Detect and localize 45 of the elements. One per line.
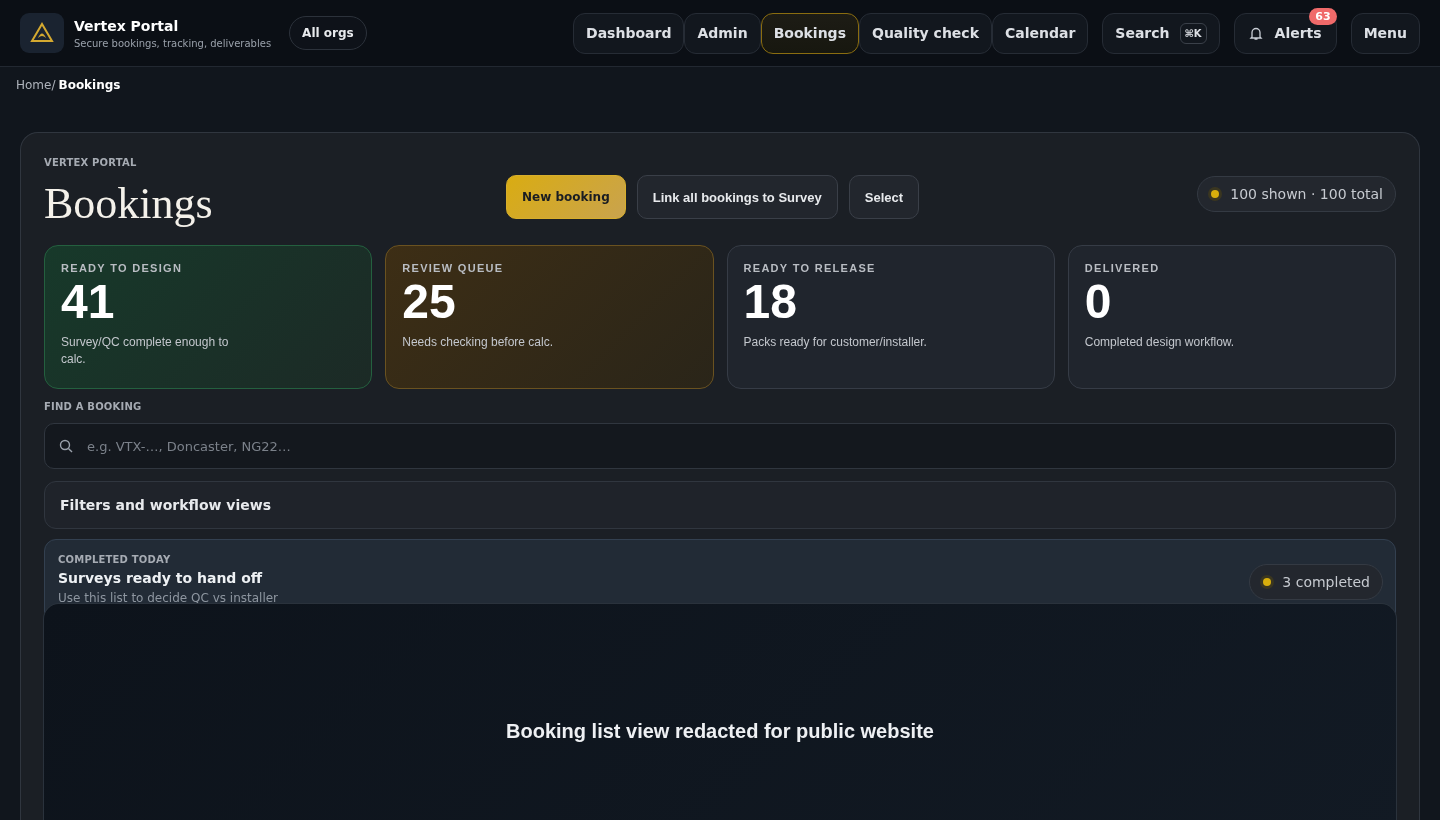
action-button[interactable]: Select	[848, 175, 920, 219]
stat-note: Packs ready for customer/installer.	[743, 334, 928, 351]
status-dot-icon	[1208, 187, 1223, 201]
redaction-message: Booking list view redacted for public website	[506, 720, 934, 744]
org-switcher[interactable]: All orgs	[289, 16, 367, 50]
brand-tagline: Secure bookings, tracking, deliverables	[74, 37, 272, 49]
count-text: 3 completed	[1282, 574, 1370, 590]
nav-tab[interactable]: Bookings	[760, 12, 859, 54]
search-icon	[59, 439, 73, 453]
stat-value: 18	[743, 276, 798, 328]
search-field[interactable]: e.g. VTX-…, Doncaster, NG22…	[44, 423, 1396, 469]
page-title: Bookings	[44, 178, 214, 229]
stat-label: READY TO RELEASE	[743, 262, 877, 274]
action-button[interactable]: Link all bookings to Survey	[636, 175, 838, 219]
nav-tab[interactable]: Dashboard	[573, 12, 685, 54]
nav-tab[interactable]: Calendar	[991, 12, 1089, 54]
section-eyebrow: COMPLETED TODAY	[58, 554, 172, 565]
stat-note: Survey/QC complete enough to calc.	[61, 334, 230, 368]
logo-icon	[20, 13, 64, 53]
nav-tab[interactable]: Admin	[684, 12, 761, 54]
stat-note: Completed design workflow.	[1084, 334, 1236, 351]
stat-note: Needs checking before calc.	[402, 334, 554, 351]
status-dot-icon	[1260, 575, 1275, 589]
stat-value: 41	[61, 276, 116, 328]
field-label: FIND A BOOKING	[44, 401, 143, 412]
alert-count-badge: 63	[1309, 7, 1337, 25]
brand-name: Vertex Portal	[74, 17, 180, 34]
shortcut-key: ⌘K	[1179, 22, 1207, 44]
action-button[interactable]: New booking	[506, 175, 626, 219]
filters-toggle[interactable]: Filters and workflow views	[44, 481, 1396, 529]
nav-tab[interactable]: Quality check	[859, 12, 992, 54]
section-note: Use this list to decide QC vs installer	[58, 591, 279, 605]
stat-label: DELIVERED	[1084, 262, 1161, 274]
section-title: Surveys ready to hand off	[58, 570, 264, 586]
bell-icon	[1248, 25, 1263, 41]
stat-label: READY TO DESIGN	[61, 262, 184, 274]
count-text: 100 shown · 100 total	[1230, 186, 1383, 202]
stat-value: 0	[1084, 276, 1113, 328]
stat-value: 25	[402, 276, 457, 328]
breadcrumb-link[interactable]: Home/	[16, 78, 56, 92]
stat-label: REVIEW QUEUE	[402, 262, 505, 274]
section-eyebrow: VERTEX PORTAL	[44, 157, 138, 168]
breadcrumb-current: Bookings	[58, 78, 121, 92]
menu-button[interactable]: Menu	[1350, 12, 1420, 54]
search-button[interactable]: Search ⌘K	[1102, 12, 1220, 54]
